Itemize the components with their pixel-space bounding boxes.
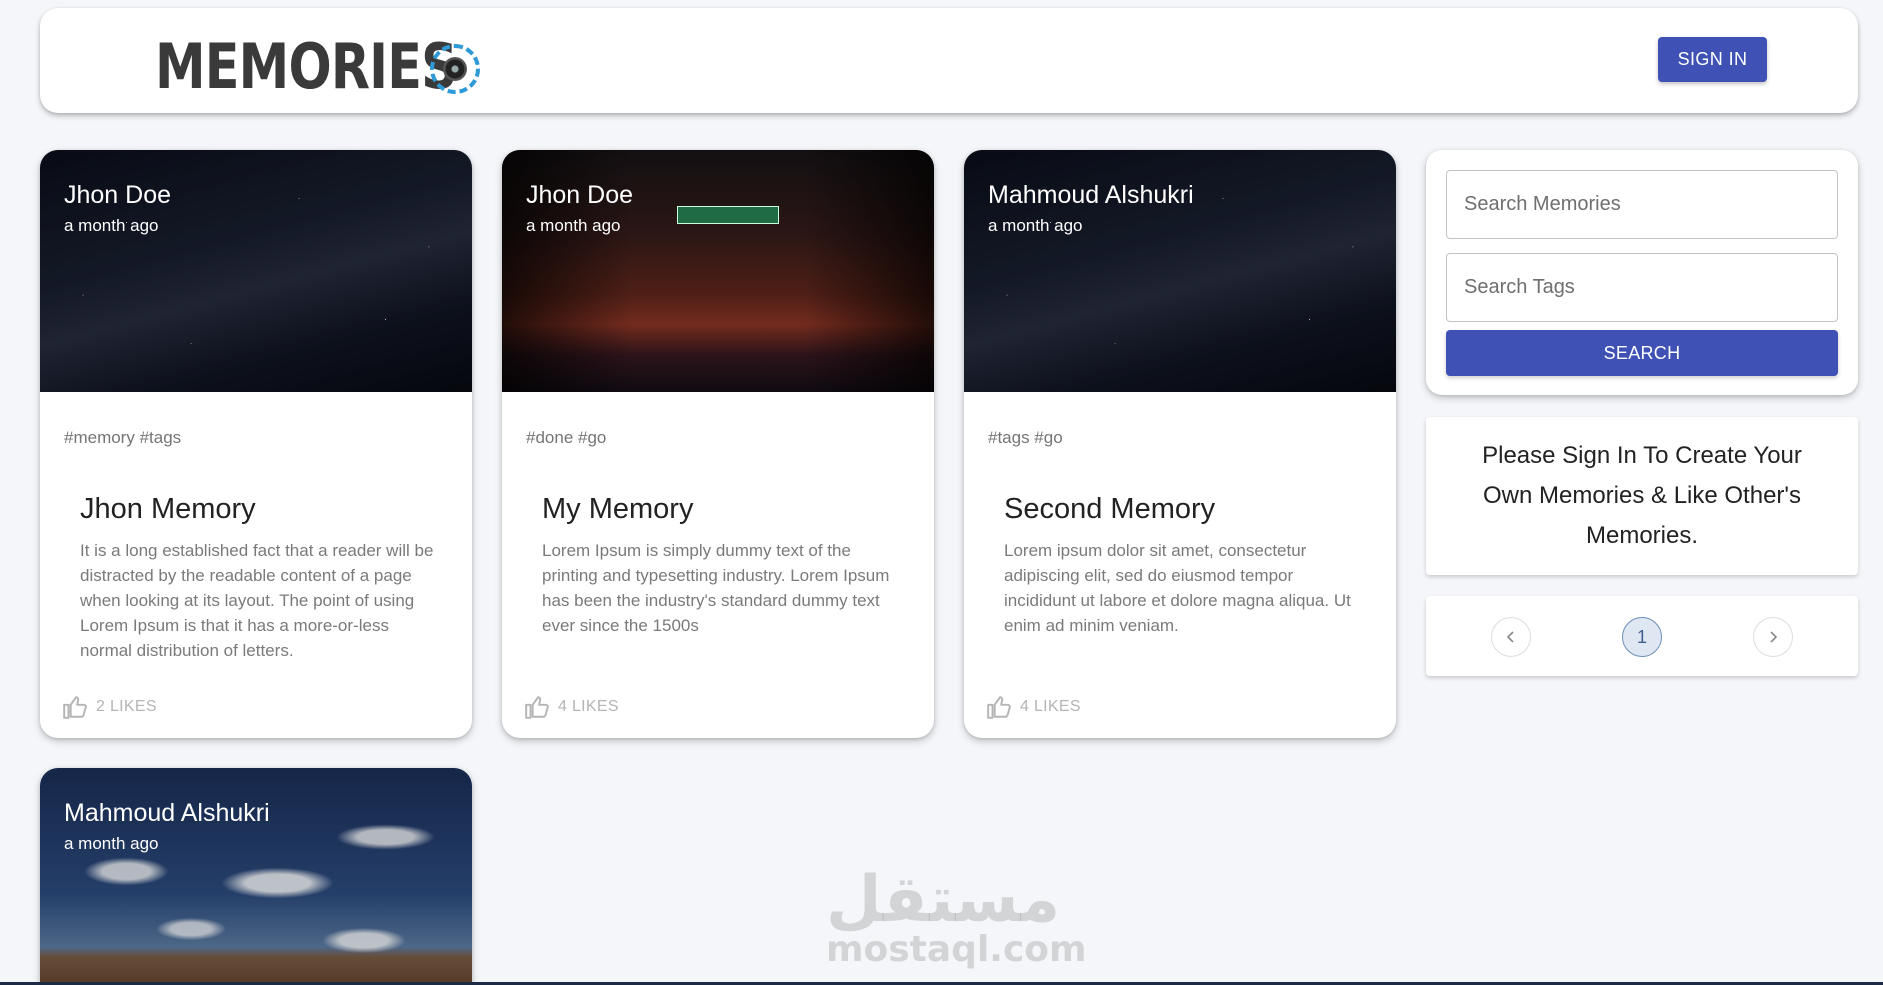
search-tags-input[interactable] bbox=[1446, 253, 1838, 322]
post-author: Mahmoud Alshukri bbox=[64, 799, 270, 827]
like-button[interactable]: 4 Likes bbox=[986, 695, 1081, 719]
post-author: Jhon Doe bbox=[64, 181, 172, 209]
previous-page-button[interactable] bbox=[1491, 617, 1531, 657]
post-body: Lorem Ipsum is simply dummy text of the … bbox=[542, 541, 890, 635]
post-tags: #tags #go bbox=[988, 428, 1063, 447]
memory-card[interactable]: Jhon Doe a month ago #done #go My Memory… bbox=[502, 150, 934, 738]
post-title: Jhon Memory bbox=[80, 493, 256, 525]
chevron-right-icon bbox=[1770, 631, 1778, 643]
search-memories-input[interactable] bbox=[1446, 170, 1838, 239]
post-tags: #memory #tags bbox=[64, 428, 182, 447]
memory-card[interactable]: Mahmoud Alshukri a month ago bbox=[40, 768, 472, 985]
post-title: My Memory bbox=[542, 493, 694, 525]
post-body: It is a long established fact that a rea… bbox=[80, 541, 434, 660]
app-bar: Memories Sign In bbox=[40, 8, 1858, 113]
brand-logo-text[interactable]: Memories bbox=[155, 36, 458, 98]
sign-in-notice: Please Sign In To Create Your Own Memori… bbox=[1426, 417, 1858, 575]
memory-card[interactable]: Jhon Doe a month ago #memory #tags Jhon … bbox=[40, 150, 472, 738]
post-time: a month ago bbox=[64, 834, 159, 853]
thumb-up-icon bbox=[987, 696, 1011, 719]
post-time: a month ago bbox=[526, 216, 621, 235]
watermark-arabic: مستقل bbox=[826, 863, 1061, 937]
thumb-up-icon bbox=[525, 696, 549, 719]
thumb-up-icon bbox=[63, 696, 87, 719]
post-time: a month ago bbox=[64, 216, 159, 235]
search-button[interactable]: Search bbox=[1446, 330, 1838, 376]
camera-lens-icon bbox=[430, 44, 480, 94]
likes-count: 4 Likes bbox=[558, 698, 619, 715]
post-author: Mahmoud Alshukri bbox=[988, 181, 1194, 209]
sign-in-button[interactable]: Sign In bbox=[1658, 37, 1767, 82]
post-time: a month ago bbox=[988, 216, 1083, 235]
likes-count: 2 Likes bbox=[96, 698, 157, 715]
watermark: مستقل mostaql.com bbox=[826, 863, 1087, 970]
memory-card[interactable]: Mahmoud Alshukri a month ago #tags #go S… bbox=[964, 150, 1396, 738]
search-panel: Search bbox=[1426, 150, 1858, 395]
post-body: Lorem ipsum dolor sit amet, consectetur … bbox=[1004, 541, 1351, 635]
post-tags: #done #go bbox=[526, 428, 607, 447]
chevron-left-icon bbox=[1506, 631, 1514, 643]
notice-text: Please Sign In To Create Your Own Memori… bbox=[1482, 442, 1802, 549]
page-button[interactable]: 1 bbox=[1622, 617, 1662, 657]
like-button[interactable]: 2 Likes bbox=[62, 695, 157, 719]
pagination: 1 bbox=[1426, 596, 1858, 676]
likes-count: 4 Likes bbox=[1020, 698, 1081, 715]
next-page-button[interactable] bbox=[1753, 617, 1793, 657]
like-button[interactable]: 4 Likes bbox=[524, 695, 619, 719]
post-author: Jhon Doe bbox=[526, 181, 634, 209]
watermark-latin: mostaql.com bbox=[826, 929, 1087, 970]
post-title: Second Memory bbox=[1004, 493, 1216, 525]
